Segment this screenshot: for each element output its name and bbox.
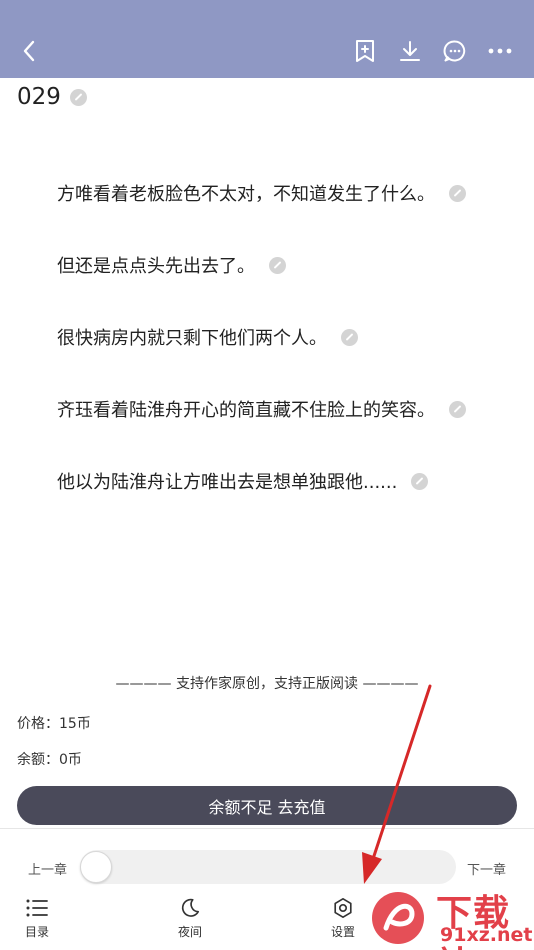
paragraph-text: 他以为陆淮舟让方唯出去是想单独跟他...... [57,472,398,493]
balance-label: 余额：0币 [17,752,82,768]
watermark-url: 91xz.net [440,924,533,946]
watermark-logo [372,892,424,944]
prev-chapter-button[interactable]: 上一章 [28,859,67,878]
next-chapter-button[interactable]: 下一章 [467,859,506,878]
toc-button[interactable]: 目录 [7,897,67,940]
edit-note-icon[interactable] [341,328,358,346]
edit-note-icon[interactable] [411,472,429,490]
chapter-progress-slider[interactable] [80,850,456,884]
paragraph: 但还是点点头先出去了。 [57,252,286,278]
more-button[interactable] [485,36,515,66]
chapter-title-row: 029 [17,84,87,110]
download-button[interactable] [395,36,425,66]
list-icon [26,899,48,917]
settings-button[interactable]: 设置 [313,897,373,940]
more-icon [488,48,512,54]
paragraph-text: 齐珏看着陆淮舟开心的简直藏不住脸上的笑容。 [57,400,435,421]
gear-icon [334,898,352,918]
edit-note-icon[interactable] [69,88,87,106]
paragraph-text: 但还是点点头先出去了。 [57,256,255,277]
top-toolbar [0,0,534,78]
edit-note-icon[interactable] [449,184,466,202]
paragraph-text: 方唯看着老板脸色不太对，不知道发生了什么。 [57,184,435,205]
edit-note-icon[interactable] [449,400,466,418]
price-label: 价格：15币 [17,716,91,732]
paragraph: 齐珏看着陆淮舟开心的简直藏不住脸上的笑容。 [57,396,466,422]
add-bookmark-button[interactable] [350,36,380,66]
night-mode-button[interactable]: 夜间 [160,897,220,940]
recharge-button[interactable]: 余额不足 去充值 [17,786,517,825]
paragraph-text: 很快病房内就只剩下他们两个人。 [57,328,327,349]
paragraph: 很快病房内就只剩下他们两个人。 [57,324,358,350]
bookmark-add-icon [356,40,374,62]
slider-knob[interactable] [80,851,112,883]
moon-icon [181,898,200,917]
download-icon [400,41,420,61]
comment-button[interactable] [440,36,470,66]
paragraph: 方唯看着老板脸色不太对，不知道发生了什么。 [57,180,466,206]
settings-label: 设置 [330,925,355,939]
edit-note-icon[interactable] [269,256,286,274]
paragraph: 他以为陆淮舟让方唯出去是想单独跟他...... [57,468,429,494]
back-button[interactable] [14,36,44,66]
support-notice: ———— 支持作家原创，支持正版阅读 ———— [115,676,419,692]
chapter-title: 029 [17,84,61,110]
back-arrow-icon [23,40,35,62]
night-mode-label: 夜间 [177,925,202,939]
comment-icon [443,40,466,62]
toc-label: 目录 [24,925,49,939]
